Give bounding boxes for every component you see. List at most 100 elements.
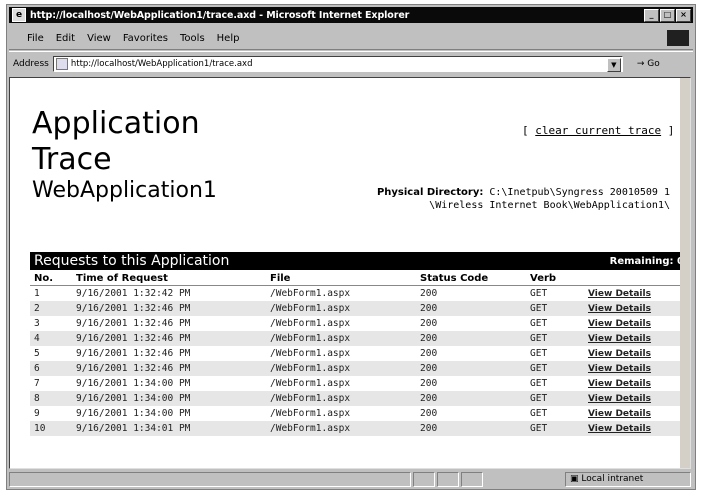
menu-view[interactable]: View [87, 33, 111, 44]
cell-status: 200 [416, 421, 526, 436]
cell-status: 200 [420, 408, 438, 419]
view-details-link[interactable]: View Details [584, 316, 688, 331]
table-row: 1 9/16/2001 1:32:42 PM/WebForm1.aspx 200 GE… [30, 286, 688, 302]
physical-directory: Physical Directory: C:\Inetpub\Syngress … [306, 186, 676, 212]
page-title: Application Trace [32, 106, 200, 178]
cell-no: 5 [34, 348, 40, 359]
window-controls: _ □ × [644, 8, 691, 22]
view-details-link[interactable]: View Details [584, 376, 688, 391]
go-button[interactable]: → Go [637, 59, 660, 69]
page-content: Application Trace WebApplication1 [ clea… [9, 77, 691, 469]
remaining-count: Remaining: 0 [609, 255, 684, 267]
title-bar[interactable]: e http://localhost/WebApplication1/trace… [9, 7, 693, 23]
cell-time: 9/16/2001 1:32:42 PM [76, 288, 191, 299]
cell-status: 200 [420, 378, 438, 389]
view-details-link[interactable]: View Details [584, 286, 688, 302]
view-details-link[interactable]: View Details [584, 421, 688, 436]
cell-verb: GET [526, 361, 584, 376]
ie-icon: e [12, 8, 26, 22]
cell-no: 3 [34, 318, 40, 329]
maximize-button[interactable]: □ [660, 8, 675, 22]
cell-time: 9/16/2001 1:34:00 PM [76, 378, 191, 389]
cell-status: 200 [416, 391, 526, 406]
cell-time: 9/16/2001 1:32:46 PM [76, 348, 191, 359]
requests-header: Requests to this Application Remaining: … [30, 252, 688, 270]
col-verb: Verb [526, 271, 584, 286]
title-line-1: Application [32, 106, 200, 141]
page-icon [55, 58, 68, 70]
view-details-link[interactable]: View Details [584, 346, 688, 361]
cell-status: 200 [420, 318, 438, 329]
menu-tools[interactable]: Tools [180, 33, 205, 44]
cell-time: 9/16/2001 1:32:46 PM [72, 361, 266, 376]
address-label: Address [13, 59, 49, 69]
cell-verb: GET [530, 348, 548, 359]
address-bar: Address http://localhost/WebApplication1… [9, 51, 693, 76]
cell-verb: GET [526, 301, 584, 316]
table-header-row: No. Time of Request File Status Code Ver… [30, 271, 688, 286]
cell-file: /WebForm1.aspx [270, 318, 351, 329]
cell-no: 6 [30, 361, 72, 376]
browser-window: e http://localhost/WebApplication1/trace… [6, 4, 696, 490]
cell-verb: GET [526, 421, 584, 436]
address-url: http://localhost/WebApplication1/trace.a… [70, 59, 253, 69]
go-label: Go [647, 59, 660, 69]
view-details-link[interactable]: View Details [584, 301, 688, 316]
address-input[interactable]: http://localhost/WebApplication1/trace.a… [52, 56, 623, 72]
menu-help[interactable]: Help [217, 33, 240, 44]
cell-verb: GET [530, 318, 548, 329]
minimize-button[interactable]: _ [644, 8, 659, 22]
phys-label: Physical Directory: [376, 187, 484, 198]
cell-time: 9/16/2001 1:32:46 PM [72, 331, 266, 346]
cell-verb: GET [526, 331, 584, 346]
status-bar: ▣ Local intranet [9, 471, 693, 487]
address-dropdown-icon[interactable]: ▼ [606, 58, 621, 72]
cell-status: 200 [420, 288, 438, 299]
table-row: 3 9/16/2001 1:32:46 PM/WebForm1.aspx 200 GE… [30, 316, 688, 331]
zone-label: Local intranet [581, 474, 644, 484]
intranet-icon: ▣ [570, 474, 582, 484]
close-button[interactable]: × [676, 8, 691, 22]
cell-file: /WebForm1.aspx [270, 348, 351, 359]
cell-file: /WebForm1.aspx [266, 301, 416, 316]
cell-file: /WebForm1.aspx [266, 361, 416, 376]
phys-path-1: C:\Inetpub\Syngress 20010509 1 [489, 187, 670, 198]
clear-trace: [ clear current trace ] [522, 124, 674, 137]
clear-trace-link[interactable]: clear current trace [535, 124, 661, 137]
cell-time: 9/16/2001 1:34:00 PM [72, 391, 266, 406]
cell-time: 9/16/2001 1:32:46 PM [72, 301, 266, 316]
view-details-link[interactable]: View Details [584, 391, 688, 406]
menu-edit[interactable]: Edit [56, 33, 75, 44]
cell-verb: GET [530, 288, 548, 299]
view-details-link[interactable]: View Details [584, 406, 688, 421]
menu-file[interactable]: File [27, 33, 44, 44]
table-row: 7 9/16/2001 1:34:00 PM/WebForm1.aspx 200 GE… [30, 376, 688, 391]
cell-no: 10 [30, 421, 72, 436]
cell-time: 9/16/2001 1:34:00 PM [76, 408, 191, 419]
phys-line-2: \Wireless Internet Book\WebApplication1\ [429, 200, 670, 211]
requests-title: Requests to this Application [34, 253, 230, 269]
table-row: 2 9/16/2001 1:32:46 PM/WebForm1.aspx 200 GE… [30, 301, 688, 316]
status-text-cell [9, 471, 411, 487]
cell-file: /WebForm1.aspx [270, 288, 351, 299]
windows-logo-icon [667, 30, 689, 46]
view-details-link[interactable]: View Details [584, 361, 688, 376]
cell-no: 9 [34, 408, 40, 419]
col-file: File [266, 271, 416, 286]
requests-table: No. Time of Request File Status Code Ver… [30, 271, 688, 436]
bracket-close: ] [661, 124, 675, 137]
col-details [584, 271, 688, 286]
cell-file: /WebForm1.aspx [266, 391, 416, 406]
vertical-scrollbar[interactable] [680, 78, 690, 468]
cell-no: 4 [30, 331, 72, 346]
cell-file: /WebForm1.aspx [270, 378, 351, 389]
cell-file: /WebForm1.aspx [266, 421, 416, 436]
bracket-open: [ [522, 124, 536, 137]
menu-favorites[interactable]: Favorites [123, 33, 168, 44]
cell-verb: GET [530, 378, 548, 389]
view-details-link[interactable]: View Details [584, 331, 688, 346]
status-cell [413, 471, 435, 487]
table-row: 4 9/16/2001 1:32:46 PM/WebForm1.aspx 200 GE… [30, 331, 688, 346]
table-row: 8 9/16/2001 1:34:00 PM/WebForm1.aspx 200 GE… [30, 391, 688, 406]
cell-time: 9/16/2001 1:34:01 PM [72, 421, 266, 436]
